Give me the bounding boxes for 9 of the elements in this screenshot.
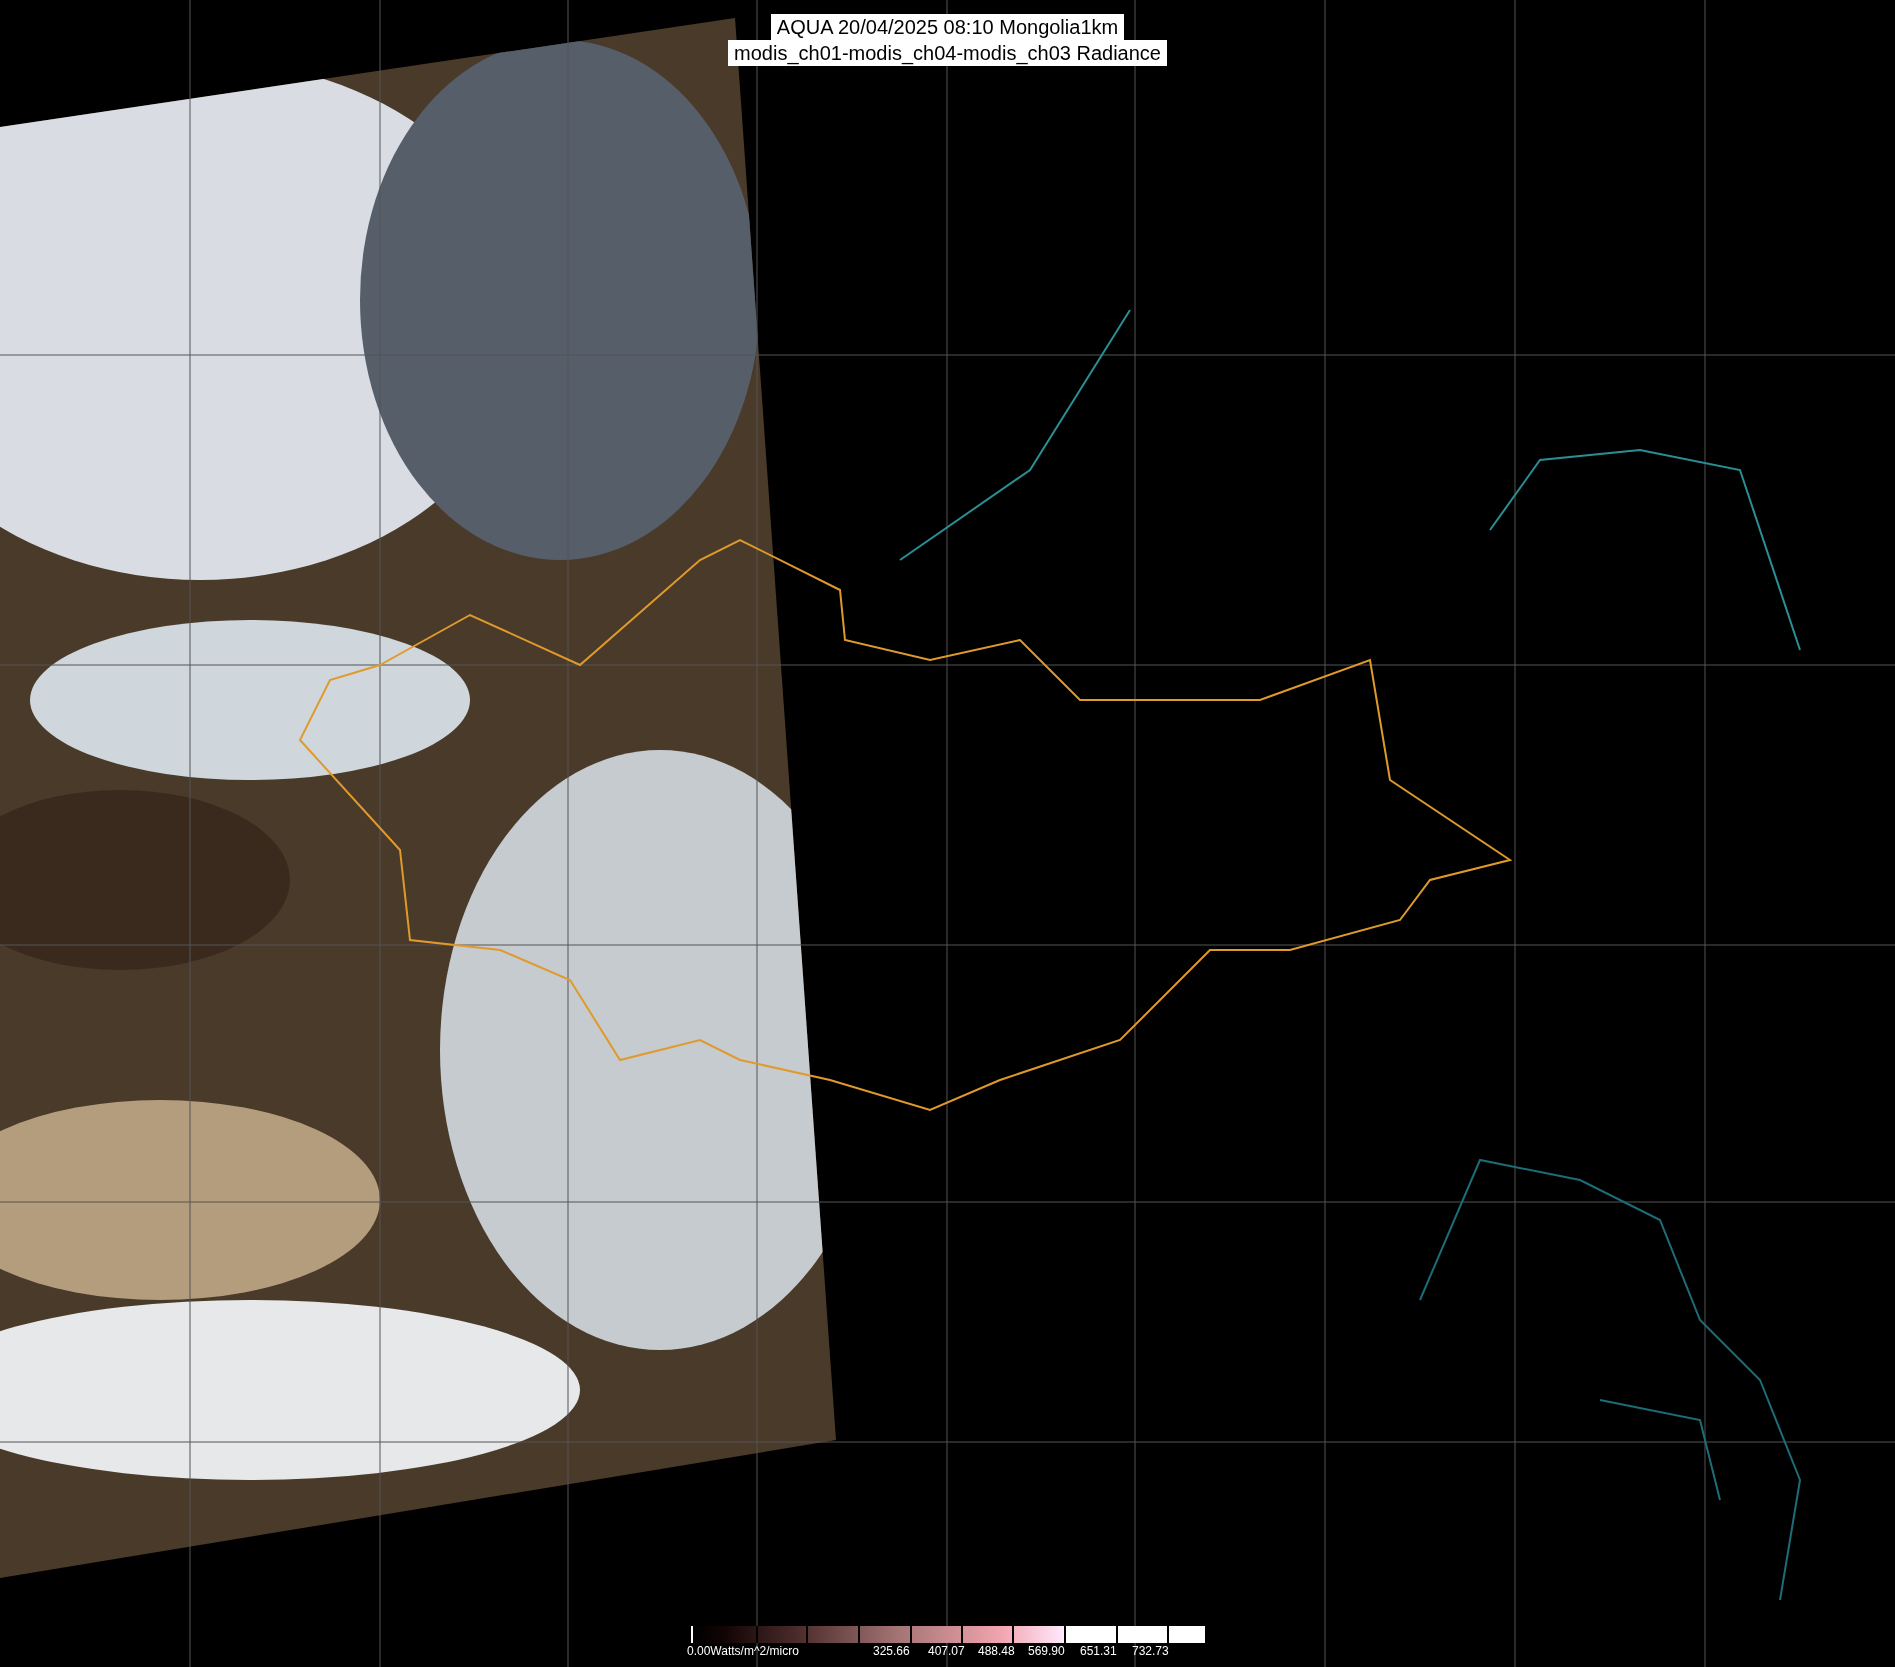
scale-label: 732.73: [1132, 1644, 1169, 1658]
scale-label: 0.00Watts/m^2/micro: [687, 1644, 799, 1658]
scale-label: 325.66: [873, 1644, 910, 1658]
map-title: AQUA 20/04/2025 08:10 Mongolia1km: [770, 14, 1125, 40]
scale-label: 651.31: [1080, 1644, 1117, 1658]
map-title: modis_ch01-modis_ch04-modis_ch03 Radiance: [728, 40, 1167, 66]
scale-label: 488.48: [978, 1644, 1015, 1658]
scale-label: 569.90: [1028, 1644, 1065, 1658]
scale-label: 407.07: [928, 1644, 965, 1658]
